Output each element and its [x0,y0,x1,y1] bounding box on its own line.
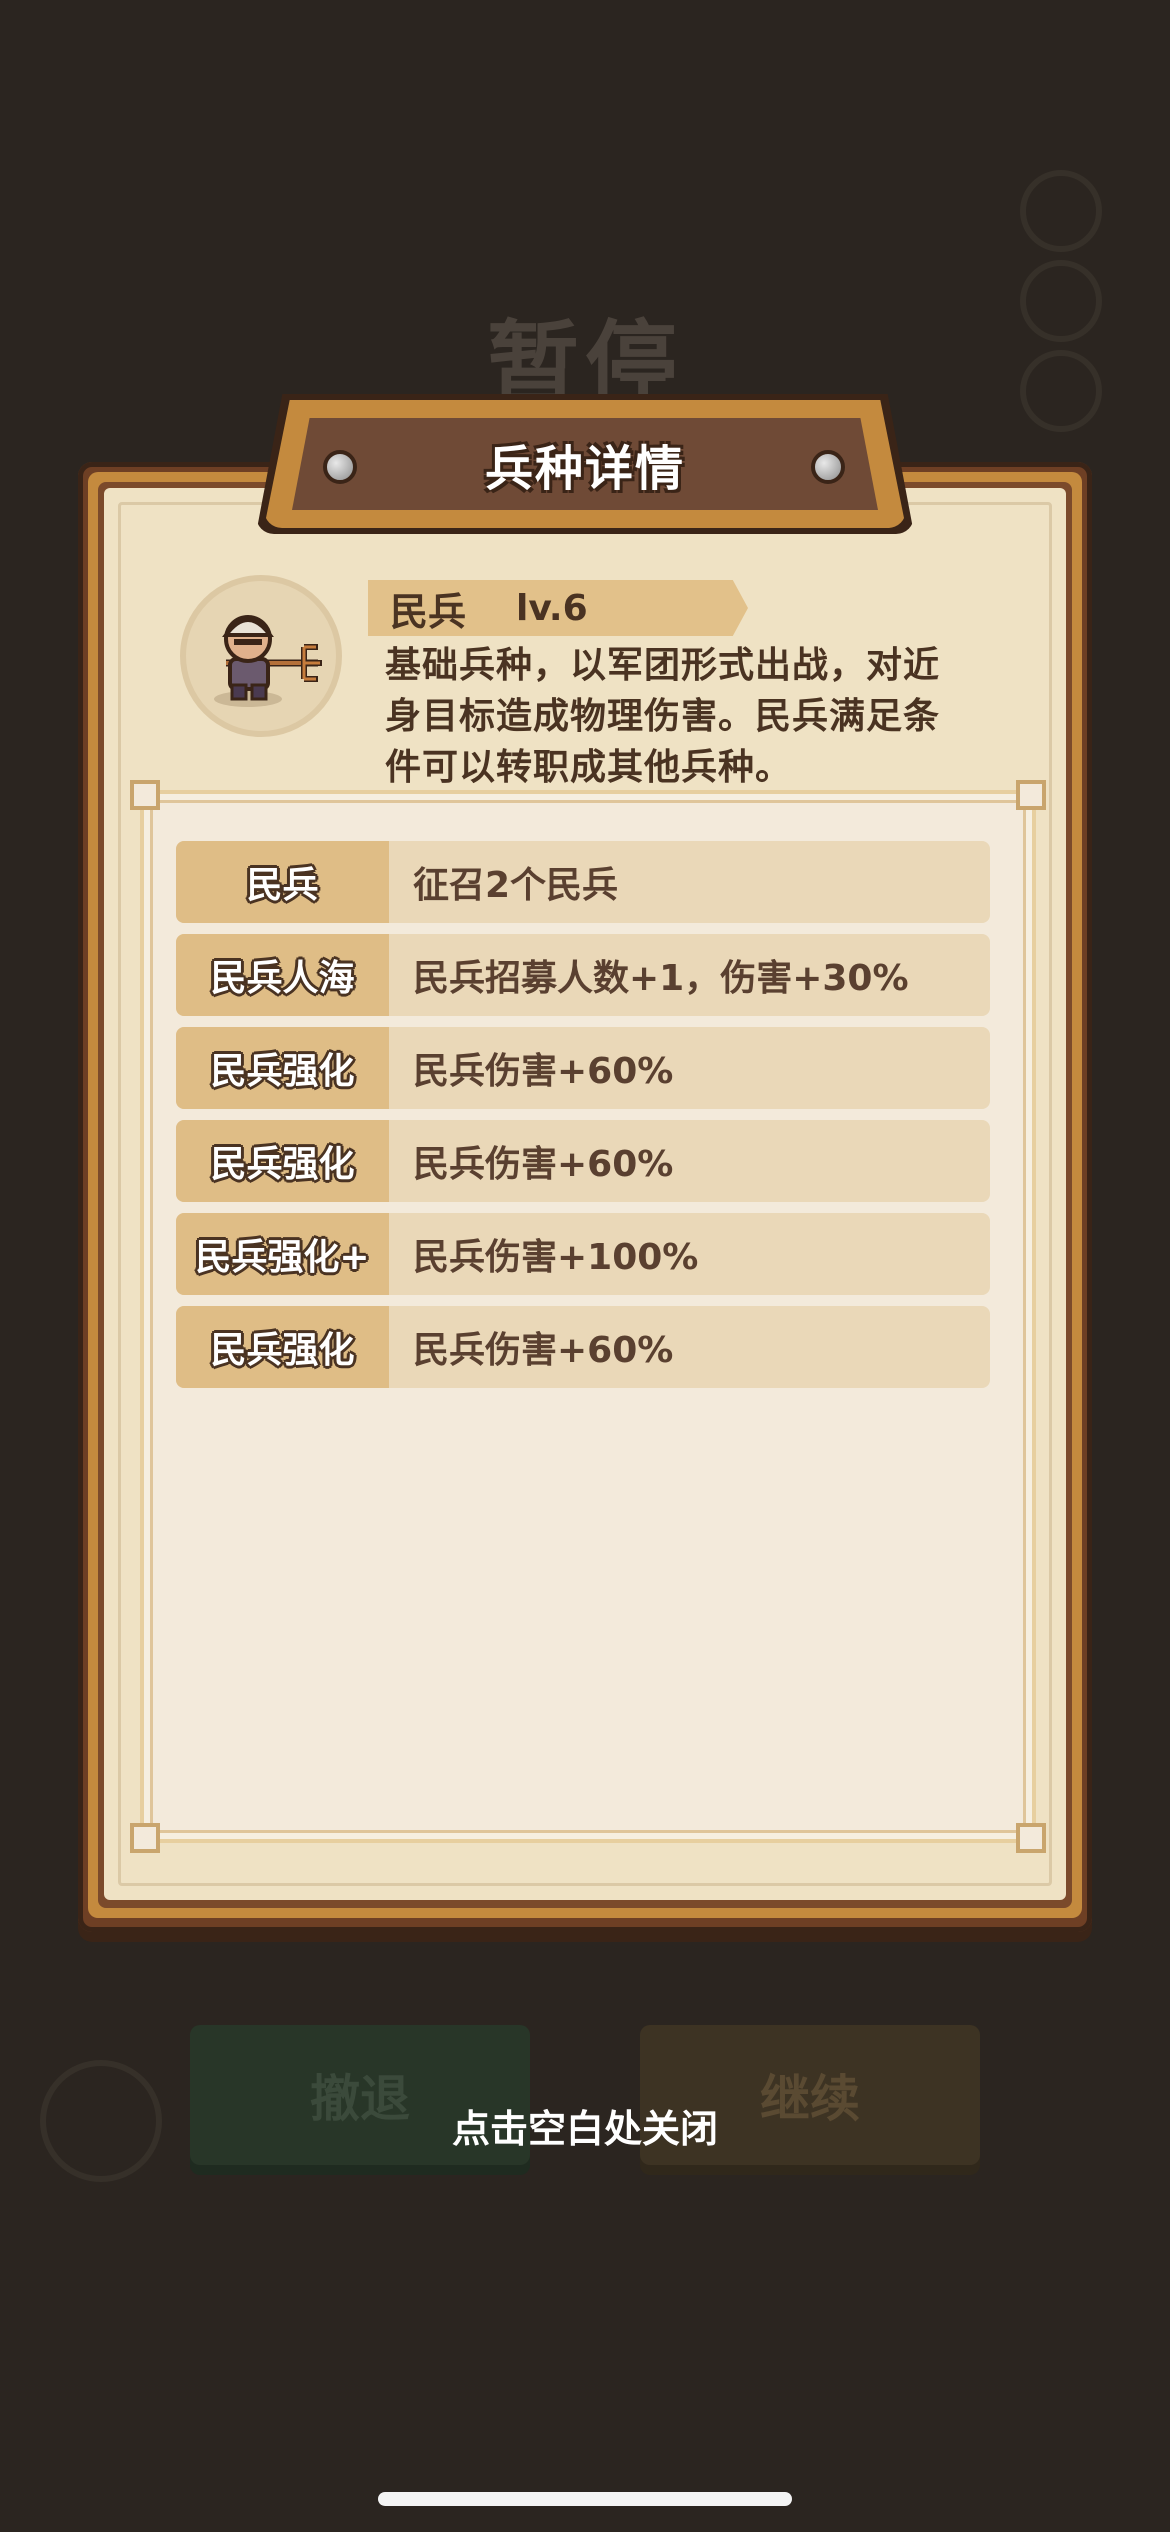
upgrade-effect: 征召2个民兵 [413,865,619,906]
upgrade-row: 民兵 征召2个民兵 [176,841,990,923]
upgrade-effect: 民兵伤害+60% [413,1330,674,1371]
corner-ornament [1016,1823,1046,1853]
upgrade-label: 民兵 [176,841,389,923]
unit-description: 基础兵种，以军团形式出战，对近身目标造成物理伤害。民兵满足条件可以转职成其他兵种… [385,645,941,788]
home-indicator[interactable] [378,2492,792,2506]
dialog-title: 兵种详情 [484,441,685,497]
bg-settings-icon [1020,170,1102,252]
militia-pitchfork-icon [214,615,322,707]
upgrade-effect: 民兵伤害+60% [413,1144,674,1185]
upgrade-row: 民兵强化 民兵伤害+60% [176,1120,990,1202]
upgrade-row: 民兵强化 民兵伤害+60% [176,1027,990,1109]
corner-ornament [1016,780,1046,810]
upgrade-label: 民兵人海 [176,934,389,1016]
corner-ornament [130,1823,160,1853]
rivet-icon [811,450,845,484]
upgrade-effect: 民兵伤害+60% [413,1051,674,1092]
unit-name: 民兵 [390,589,467,634]
title-plaque: 兵种详情 [292,418,878,510]
unit-portrait [180,575,342,737]
upgrade-effect: 民兵招募人数+1，伤害+30% [413,958,909,999]
upgrade-label: 民兵强化 [176,1306,389,1388]
unit-level: lv.6 [516,587,588,629]
upgrade-row: 民兵强化+ 民兵伤害+100% [176,1213,990,1295]
upgrade-label: 民兵强化 [176,1027,389,1109]
rivet-icon [323,450,357,484]
upgrade-row: 民兵强化 民兵伤害+60% [176,1306,990,1388]
corner-ornament [130,780,160,810]
upgrade-effect: 民兵伤害+100% [413,1237,699,1278]
upgrade-label: 民兵强化+ [176,1213,389,1295]
unit-name-banner: 民兵 lv.6 [368,580,748,636]
close-hint[interactable]: 点击空白处关闭 [0,2098,1170,2153]
upgrade-label: 民兵强化 [176,1120,389,1202]
upgrade-row: 民兵人海 民兵招募人数+1，伤害+30% [176,934,990,1016]
